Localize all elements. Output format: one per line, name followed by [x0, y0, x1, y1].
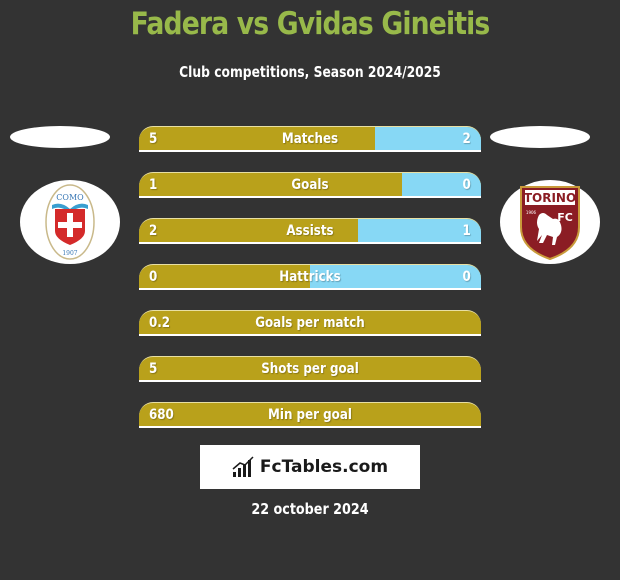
fctables-logo[interactable]: FcTables.com [200, 445, 420, 489]
bar-chart-icon [232, 456, 254, 477]
left-player-placeholder [10, 126, 110, 148]
left-player-value: 0 [149, 269, 158, 285]
right-player-value: 2 [462, 131, 471, 147]
stat-label: Hattricks [279, 269, 341, 285]
stat-label: Shots per goal [261, 361, 359, 377]
stat-row-goals: 1 Goals 0 [139, 172, 481, 198]
stat-row-hattricks: 0 Hattricks 0 [139, 264, 481, 290]
como-year-text: 1907 [62, 250, 77, 257]
left-player-value: 5 [149, 131, 158, 147]
right-club-logo: TORINO FC 1906 [500, 180, 600, 264]
competition-subtitle: Club competitions, Season 2024/2025 [179, 63, 441, 81]
stat-label: Assists [286, 223, 334, 239]
stat-label: Matches [281, 131, 339, 147]
stat-row-assists: 2 Assists 1 [139, 218, 481, 244]
stat-row-goals-per-match: 0.2 Goals per match [139, 310, 481, 336]
right-player-placeholder [490, 126, 590, 148]
right-player-value: 1 [462, 223, 471, 239]
como-text: COMO [56, 193, 84, 202]
stat-row-min-per-goal: 680 Min per goal [139, 402, 481, 428]
page-title: Fadera vs Gvidas Gineitis [130, 6, 491, 42]
right-player-value: 0 [462, 269, 471, 285]
torino-crest-icon: TORINO FC 1906 [520, 186, 580, 261]
stat-label: Goals [291, 177, 329, 193]
left-player-value: 5 [149, 361, 158, 377]
left-player-value: 1 [149, 177, 158, 193]
como-crest-icon: COMO 1907 [45, 184, 95, 260]
torino-year-text: 1906 [526, 210, 537, 215]
brand-name: FcTables.com [259, 457, 389, 477]
torino-text: TORINO [524, 191, 576, 205]
stat-label: Min per goal [268, 407, 352, 423]
right-player-value: 0 [462, 177, 471, 193]
left-club-logo: COMO 1907 [20, 180, 120, 264]
left-player-value: 2 [149, 223, 158, 239]
stat-row-matches: 5 Matches 2 [139, 126, 481, 152]
report-date: 22 october 2024 [251, 500, 369, 518]
stat-label: Goals per match [255, 315, 365, 331]
stat-row-shots-per-goal: 5 Shots per goal [139, 356, 481, 382]
